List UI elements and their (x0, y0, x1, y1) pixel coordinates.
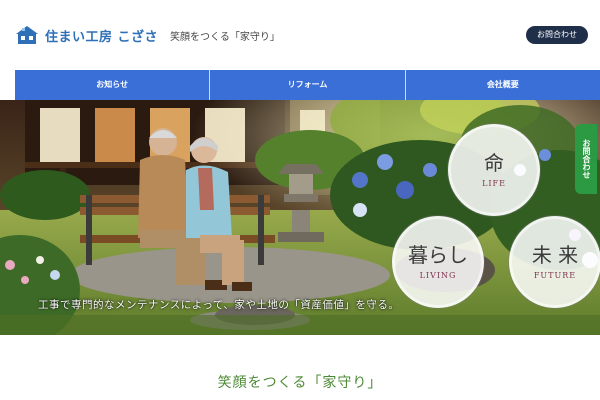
contact-button[interactable]: お問合わせ (526, 26, 588, 44)
life-subtitle: LIFE (482, 179, 506, 188)
living-title: 暮らし (408, 243, 468, 267)
nav-item-company[interactable]: 会社概要 (406, 70, 600, 100)
hero-caption: 工事で専門的なメンテナンスによって、家や土地の「資産価値」を守る。 (38, 299, 400, 311)
future-title: 未 来 (531, 243, 579, 267)
site-logo[interactable]: 住まい工房 こざさ 笑顔をつくる「家守り」 (15, 25, 280, 45)
life-title: 命 (484, 151, 504, 175)
logo-tagline: 笑顔をつくる「家守り」 (170, 31, 280, 43)
house-icon (16, 26, 38, 44)
future-circle-link[interactable]: 未 来 FUTURE (509, 216, 600, 308)
nav-item-news[interactable]: お知らせ (15, 70, 211, 100)
living-subtitle: LIVING (419, 271, 457, 280)
main-nav: お知らせ リフォーム 会社概要 (15, 70, 600, 100)
logo-name: 住まい工房 こざさ (45, 29, 159, 45)
nav-item-reform[interactable]: リフォーム (210, 70, 406, 100)
section-tagline: 笑顔をつくる「家守り」 (217, 375, 383, 391)
site-header: 住まい工房 こざさ 笑顔をつくる「家守り」 お問合わせ (0, 0, 600, 70)
hero-banner: 工事で専門的なメンテナンスによって、家や土地の「資産価値」を守る。 命 LIFE… (0, 100, 600, 335)
living-circle-link[interactable]: 暮らし LIVING (392, 216, 484, 308)
future-subtitle: FUTURE (533, 271, 577, 280)
life-circle-link[interactable]: 命 LIFE (448, 124, 540, 216)
side-contact-tab[interactable]: お問合わせ (575, 124, 597, 194)
